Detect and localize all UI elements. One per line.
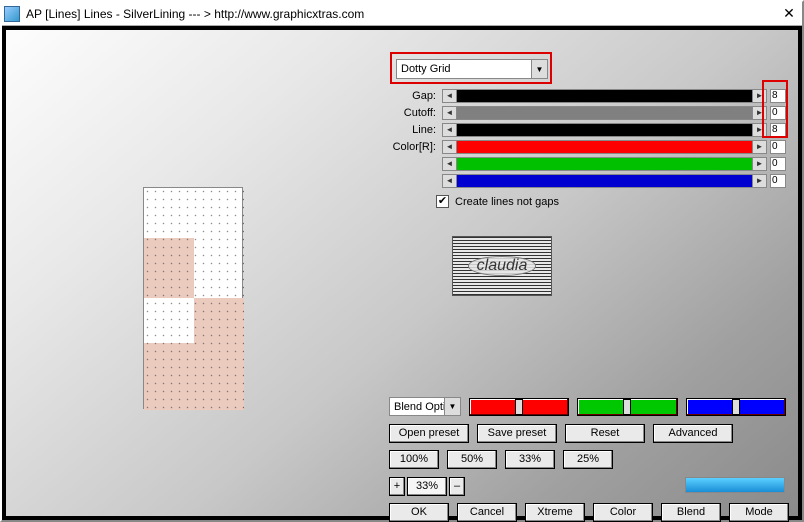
blend-button[interactable]: Blend <box>661 503 721 522</box>
zoom-25-button[interactable]: 25% <box>563 450 613 469</box>
slider-decrement-icon[interactable]: ◄ <box>443 124 457 136</box>
close-button[interactable]: ✕ <box>778 5 800 23</box>
slider-track <box>457 124 752 136</box>
create-lines-label: Create lines not gaps <box>455 196 559 208</box>
slider-thumb[interactable] <box>732 399 740 415</box>
slider-track <box>457 90 752 102</box>
slider-track <box>457 141 752 153</box>
progress-fill <box>686 478 784 492</box>
vendor-logo: claudia <box>452 236 552 296</box>
blend-g-slider[interactable] <box>577 398 677 416</box>
client-area: Dotty Grid ▼ Gap: ◄ ► 8 Cutoff: ◄ <box>4 28 800 518</box>
zoom-out-button[interactable]: – <box>449 477 465 496</box>
zoom-value-field[interactable]: 33% <box>407 477 447 496</box>
advanced-button[interactable]: Advanced <box>653 424 733 443</box>
blend-r-slider[interactable] <box>469 398 569 416</box>
slider-decrement-icon[interactable]: ◄ <box>443 175 457 187</box>
gap-value[interactable]: 8 <box>770 89 786 103</box>
titlebar: AP [Lines] Lines - SilverLining --- > ht… <box>2 2 802 26</box>
slider-track <box>457 158 752 170</box>
color-g-slider[interactable]: ◄ ► <box>442 157 767 171</box>
mode-button[interactable]: Mode <box>729 503 789 522</box>
zoom-33-button[interactable]: 33% <box>505 450 555 469</box>
slider-increment-icon[interactable]: ► <box>752 158 766 170</box>
param-label: Gap: <box>386 90 436 102</box>
preview-pane <box>143 187 243 409</box>
slider-decrement-icon[interactable]: ◄ <box>443 158 457 170</box>
plugin-window: AP [Lines] Lines - SilverLining --- > ht… <box>0 0 804 522</box>
app-icon <box>4 6 20 22</box>
line-value[interactable]: 8 <box>770 123 786 137</box>
param-label: Line: <box>386 124 436 136</box>
slider-track <box>457 107 752 119</box>
param-row-cutoff: Cutoff: ◄ ► 0 <box>386 105 786 121</box>
zoom-in-button[interactable]: + <box>389 477 405 496</box>
gap-slider[interactable]: ◄ ► <box>442 89 767 103</box>
color-r-value[interactable]: 0 <box>770 140 786 154</box>
cancel-button[interactable]: Cancel <box>457 503 517 522</box>
preview-dot-grid <box>144 188 244 410</box>
ok-button[interactable]: OK <box>389 503 449 522</box>
param-row-gap: Gap: ◄ ► 8 <box>386 88 786 104</box>
slider-decrement-icon[interactable]: ◄ <box>443 90 457 102</box>
save-preset-button[interactable]: Save preset <box>477 424 557 443</box>
zoom-100-button[interactable]: 100% <box>389 450 439 469</box>
slider-increment-icon[interactable]: ► <box>752 107 766 119</box>
color-button[interactable]: Color <box>593 503 653 522</box>
param-row-color-g: ◄ ► 0 <box>386 156 786 172</box>
slider-thumb[interactable] <box>515 399 523 415</box>
blend-options-dropdown[interactable]: Blend Optio ▼ <box>389 397 461 416</box>
vendor-logo-text: claudia <box>468 256 537 276</box>
zoom-50-button[interactable]: 50% <box>447 450 497 469</box>
slider-increment-icon[interactable]: ► <box>752 124 766 136</box>
slider-thumb[interactable] <box>623 399 631 415</box>
xtreme-button[interactable]: Xtreme <box>525 503 585 522</box>
progress-bar <box>685 477 785 493</box>
param-label: Color[R]: <box>386 141 436 153</box>
create-lines-checkbox-row: ✔ Create lines not gaps <box>436 195 786 208</box>
color-r-slider[interactable]: ◄ ► <box>442 140 767 154</box>
cutoff-value[interactable]: 0 <box>770 106 786 120</box>
blend-options-label: Blend Optio <box>394 401 451 413</box>
slider-decrement-icon[interactable]: ◄ <box>443 141 457 153</box>
line-slider[interactable]: ◄ ► <box>442 123 767 137</box>
open-preset-button[interactable]: Open preset <box>389 424 469 443</box>
param-row-color-b: ◄ ► 0 <box>386 173 786 189</box>
reset-button[interactable]: Reset <box>565 424 645 443</box>
color-g-value[interactable]: 0 <box>770 157 786 171</box>
chevron-down-icon: ▼ <box>444 398 460 415</box>
slider-increment-icon[interactable]: ► <box>752 175 766 187</box>
color-b-value[interactable]: 0 <box>770 174 786 188</box>
slider-increment-icon[interactable]: ► <box>752 141 766 153</box>
slider-decrement-icon[interactable]: ◄ <box>443 107 457 119</box>
param-row-line: Line: ◄ ► 8 <box>386 122 786 138</box>
blend-b-slider[interactable] <box>686 398 786 416</box>
slider-increment-icon[interactable]: ► <box>752 90 766 102</box>
param-row-color-r: Color[R]: ◄ ► 0 <box>386 139 786 155</box>
param-label: Cutoff: <box>386 107 436 119</box>
create-lines-checkbox[interactable]: ✔ <box>436 195 449 208</box>
slider-track <box>457 175 752 187</box>
cutoff-slider[interactable]: ◄ ► <box>442 106 767 120</box>
color-b-slider[interactable]: ◄ ► <box>442 174 767 188</box>
window-title: AP [Lines] Lines - SilverLining --- > ht… <box>26 7 778 21</box>
